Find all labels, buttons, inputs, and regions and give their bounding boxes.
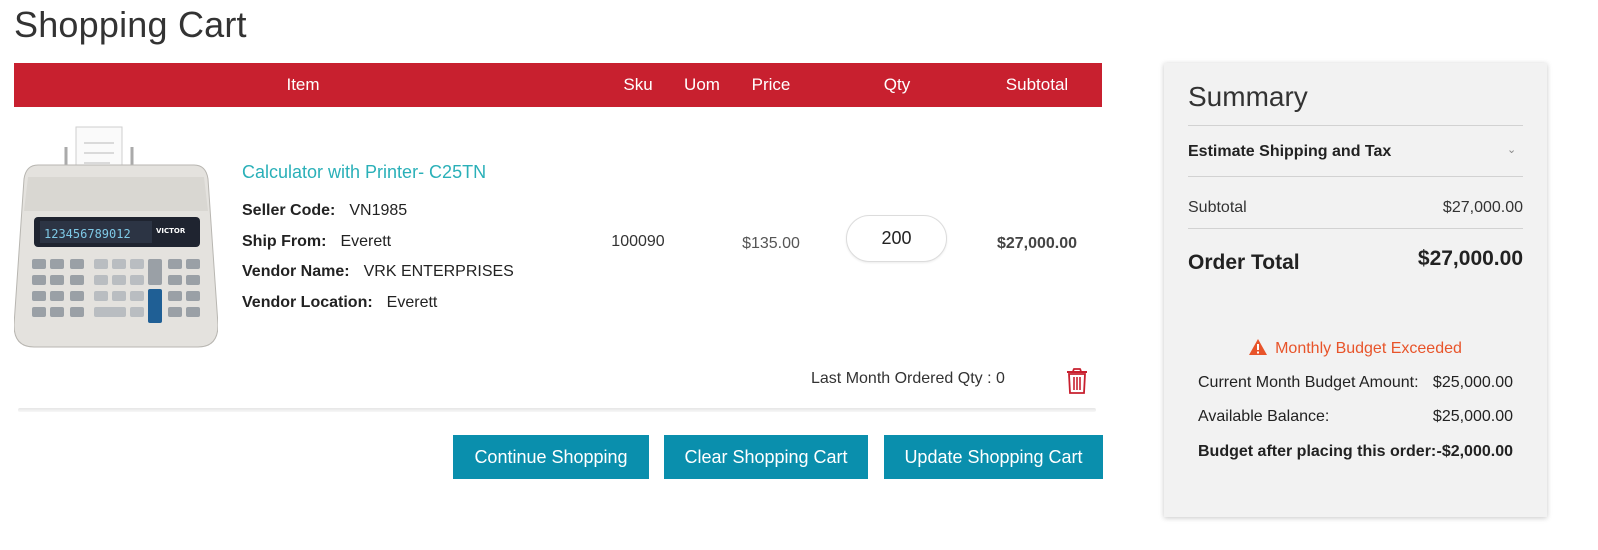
column-header-price: Price [751,75,791,94]
update-shopping-cart-button[interactable]: Update Shopping Cart [884,435,1103,479]
last-month-ordered-qty: Last Month Ordered Qty : 0 [811,370,1005,387]
budget-row-current-month: Current Month Budget Amount: $25,000.00 [1198,374,1513,392]
brand-label: VICTOR [156,227,186,235]
product-name-link[interactable]: Calculator with Printer- C25TN [242,162,486,183]
warning-icon [1249,339,1268,355]
row-subtotal-value: $27,000.00 [996,235,1078,252]
summary-subtotal-value: $27,000.00 [1442,199,1523,216]
summary-divider [1188,176,1523,177]
order-total-value: $27,000.00 [1417,247,1523,270]
budget-value: $25,000.00 [1432,374,1513,391]
order-total-label: Order Total [1188,251,1300,274]
seller-code-row: Seller Code: VN1985 [242,202,407,220]
vendor-location-label: Vendor Location: [242,294,373,311]
budget-row-available-balance: Available Balance: $25,000.00 [1198,408,1513,426]
summary-divider [1188,228,1523,229]
clear-shopping-cart-button[interactable]: Clear Shopping Cart [664,435,868,479]
seller-code-label: Seller Code: [242,202,336,219]
column-header-qty: Qty [883,75,911,94]
vendor-location-row: Vendor Location: Everett [242,294,437,312]
column-header-subtotal: Subtotal [1005,75,1069,94]
column-header-item: Item [286,75,320,94]
sku-value: 100090 [611,233,665,250]
trash-icon[interactable] [1066,368,1088,394]
product-image[interactable]: 123456789012 VICTOR [14,125,218,350]
budget-label: Budget after placing this order: [1198,443,1437,460]
vendor-name-row: Vendor Name: VRK ENTERPRISES [242,263,514,281]
ship-from-value: Everett [340,233,392,250]
ship-from-label: Ship From: [242,233,327,250]
summary-divider [1188,125,1523,126]
vendor-name-value: VRK ENTERPRISES [363,263,514,280]
cart-table-header: Item Sku Uom Price Qty Subtotal [14,63,1102,107]
seller-code-value: VN1985 [349,202,408,219]
qty-input[interactable] [846,215,947,262]
budget-label: Current Month Budget Amount: [1198,374,1419,391]
chevron-down-icon[interactable]: ⌄ [1507,143,1516,156]
vendor-name-label: Vendor Name: [242,263,350,280]
column-header-uom: Uom [684,75,720,94]
summary-title: Summary [1188,81,1308,112]
budget-value: $25,000.00 [1432,408,1513,425]
vendor-location-value: Everett [386,294,438,311]
budget-label: Available Balance: [1198,408,1330,425]
budget-value: -$2,000.00 [1436,443,1513,460]
budget-alert-text: Monthly Budget Exceeded [1275,340,1462,357]
budget-row-after-order: Budget after placing this order: -$2,000… [1198,443,1513,461]
estimate-shipping-toggle[interactable]: Estimate Shipping and Tax [1188,143,1391,161]
column-header-sku: Sku [623,75,653,94]
row-divider [18,408,1096,412]
display-digits: 123456789012 [44,227,131,241]
page-title: Shopping Cart [14,4,247,45]
ship-from-row: Ship From: Everett [242,233,391,251]
price-value: $135.00 [742,235,800,252]
budget-exceeded-alert: Monthly Budget Exceeded [1164,339,1547,358]
continue-shopping-button[interactable]: Continue Shopping [453,435,649,479]
summary-subtotal-label: Subtotal [1188,199,1247,216]
order-summary-panel: Summary Estimate Shipping and Tax ⌄ Subt… [1164,63,1547,517]
